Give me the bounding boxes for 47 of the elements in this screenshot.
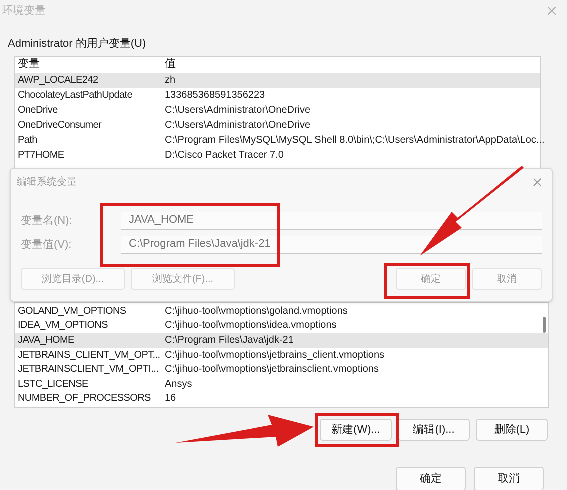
variable-value: C:\jihuo-tool\vmoptions\idea.vmoptions	[165, 319, 337, 334]
list-button[interactable]: 删除(L)	[476, 419, 548, 441]
variable-name: OneDrive	[17, 104, 59, 118]
field-label: 变量值(V):	[21, 238, 73, 253]
column-header: 值	[165, 57, 176, 72]
ok-button[interactable]: 确定	[396, 467, 466, 490]
variable-value: C:\jihuo-tool\vmoptions\jetbrainsclient.vmoptions	[165, 363, 379, 378]
table-row[interactable]: JAVA_HOME C:\Program Files\Java\jdk-21	[15, 333, 548, 348]
close-icon[interactable]	[545, 4, 559, 18]
variable-value: C:\jihuo-tool\vmoptions\jetbrains_client.vmoptions	[165, 348, 385, 363]
variable-value: 133685368591356223	[165, 88, 266, 102]
column-header: 变量	[17, 56, 41, 72]
variable-name: PT7HOME	[17, 148, 66, 162]
variable-value: Ansys	[165, 378, 192, 392]
variable-name: AWP_LOCALE242	[17, 74, 100, 88]
window-title: 环境变量	[2, 4, 46, 19]
close-icon[interactable]	[531, 176, 544, 189]
arrow-icon	[176, 413, 314, 447]
field-label: 变量名(N):	[21, 214, 74, 229]
variable-value: C:\jihuo-tool\vmoptions\goland.vmoptions	[165, 304, 348, 319]
dialog-title: 编辑系统变量	[17, 176, 77, 190]
variable-name: JETBRAINSCLIENT_VM_OPTI...	[17, 363, 160, 378]
variable-name: GOLAND_VM_OPTIONS	[17, 304, 128, 319]
table-row[interactable]: AWP_LOCALE242 zh	[15, 72, 540, 88]
variable-name: JAVA_HOME	[17, 334, 76, 348]
variable-name: ChocolateyLastPathUpdate	[17, 88, 134, 102]
variable-value: C:\Program Files\Java\jdk-21	[165, 334, 294, 348]
variable-name: Path	[17, 134, 38, 148]
variable-value: C:\Users\Administrator\OneDrive	[165, 104, 311, 118]
variable-name: NUMBER_OF_PROCESSORS	[17, 392, 152, 406]
table-row[interactable]: ChocolateyLastPathUpdate 133685368591356223	[15, 88, 540, 102]
list-button[interactable]: 新建(W)...	[320, 419, 392, 441]
scrollbar-thumb[interactable]	[543, 317, 546, 333]
section-label: Administrator 的用户变量(U)	[8, 38, 146, 50]
variable-value: C:\Users\Administrator\OneDrive	[165, 118, 311, 132]
variable-value: D:\Cisco Packet Tracer 7.0	[165, 148, 284, 162]
variable-name: LSTC_LICENSE	[17, 378, 90, 392]
cancel-button[interactable]: 取消	[474, 467, 544, 490]
variable-name: JETBRAINS_CLIENT_VM_OPT...	[17, 348, 162, 363]
input-field[interactable]: JAVA_HOME	[121, 212, 542, 230]
arrow-icon	[418, 166, 526, 258]
variable-name: IDEA_VM_OPTIONS	[17, 319, 109, 334]
variable-name: OneDriveConsumer	[17, 118, 103, 132]
input-field[interactable]: C:\Program Files\Java\jdk-21	[121, 236, 542, 254]
variable-value: 16	[165, 392, 176, 406]
variable-value: zh	[165, 74, 176, 88]
list-button[interactable]: 编辑(I)...	[398, 419, 470, 441]
